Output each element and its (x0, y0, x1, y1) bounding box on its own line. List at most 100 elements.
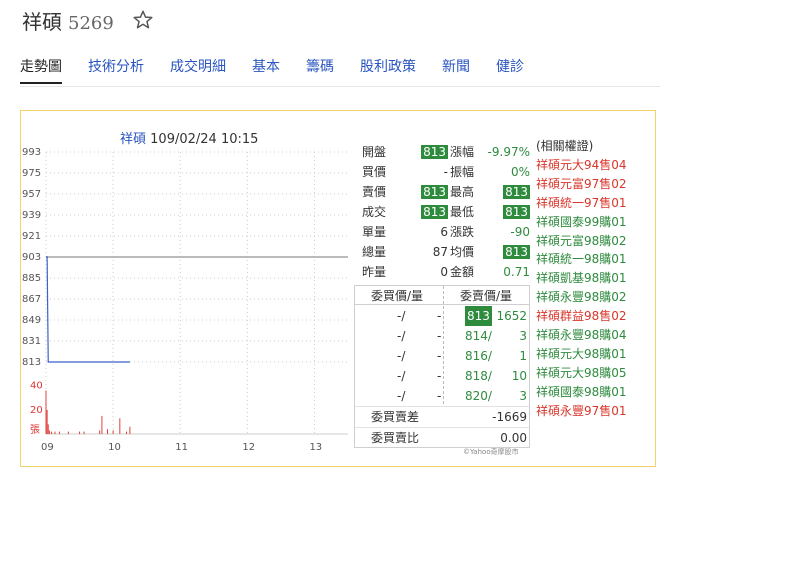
warrant-link[interactable]: 祥碩統一97售01 (536, 194, 627, 213)
warrant-link[interactable]: 祥碩國泰99購01 (536, 213, 627, 232)
summary-label: 委買賣比 (371, 431, 420, 445)
ask-qty: 3 (519, 389, 527, 403)
tab-chart[interactable]: 走勢圖 (20, 56, 62, 84)
warrant-link[interactable]: 祥碩國泰98購01 (536, 383, 627, 402)
warrant-link[interactable]: 祥碩元大94售04 (536, 156, 627, 175)
quote-value: 813 (402, 203, 448, 221)
tab-chips[interactable]: 籌碼 (306, 56, 334, 84)
order-row: -/ - 813 1652 (355, 306, 529, 326)
quote-value-text: 813 (503, 185, 530, 199)
volume-tick-label: 40 (30, 381, 43, 392)
warrant-link[interactable]: 祥碩凱基98購01 (536, 269, 627, 288)
ask-qty: 1 (519, 349, 527, 363)
quote-label: 成交 (362, 205, 387, 219)
quote-value-text: 0% (510, 165, 530, 179)
y-tick-label: 903 (22, 252, 41, 263)
stock-code: 5269 (68, 13, 114, 34)
quote-value-text: 813 (421, 205, 448, 219)
order-row: -/ - 818/10 (355, 366, 529, 386)
bid-qty: - (437, 329, 442, 343)
summary-label: 委買賣差 (371, 410, 420, 424)
quote-value-text: - (443, 165, 448, 179)
ask-qty: 10 (511, 369, 527, 383)
y-tick-label: 885 (22, 273, 41, 284)
quote-value-text: 813 (503, 245, 530, 259)
order-summary-row: 委買賣比 0.00 (355, 427, 529, 448)
tab-trades[interactable]: 成交明細 (170, 56, 226, 84)
warrant-link[interactable]: 祥碩永豐97售01 (536, 402, 627, 421)
y-tick-label: 867 (22, 294, 41, 305)
x-tick-label: 11 (175, 442, 188, 453)
tab-technical[interactable]: 技術分析 (88, 56, 144, 84)
quote-value: 813 (402, 143, 448, 161)
quote-value: 813 (478, 203, 530, 221)
quote-value: 87 (402, 243, 448, 261)
quote-label: 昨量 (362, 265, 387, 279)
tab-health[interactable]: 健診 (496, 56, 524, 84)
ask-qty: 3 (519, 329, 527, 343)
warrant-link[interactable]: 祥碩永豐98購02 (536, 288, 627, 307)
warrant-link[interactable]: 祥碩元富98購02 (536, 232, 627, 251)
quote-value: 813 (478, 243, 530, 261)
quote-value-text: 6 (440, 225, 448, 239)
order-book-header: 委買價/量 委賣價/量 (355, 286, 529, 305)
quote-value: 0 (402, 263, 448, 281)
y-tick-label: 921 (22, 231, 41, 242)
quote-value: 0% (478, 163, 530, 181)
ask-price: 814/ (465, 329, 492, 343)
bid-qty: - (437, 309, 442, 323)
bid-qty: - (437, 389, 442, 403)
warrant-link[interactable]: 祥碩群益98售02 (536, 307, 627, 326)
volume-unit-label: 張 (30, 424, 40, 436)
summary-value: -1669 (492, 410, 527, 424)
order-row: -/ - 820/3 (355, 386, 529, 406)
quote-label: 買價 (362, 165, 387, 179)
order-row: -/ - 816/1 (355, 346, 529, 366)
stock-name: 祥碩 (22, 10, 62, 34)
warrant-link[interactable]: 祥碩元富97售02 (536, 175, 627, 194)
y-tick-label: 831 (22, 336, 41, 347)
ask-price: 820/ (465, 389, 492, 403)
volume-tick-label: 20 (30, 405, 43, 416)
quote-label: 開盤 (362, 145, 387, 159)
quote-value-text: 813 (503, 205, 530, 219)
tab-bar: 走勢圖 技術分析 成交明細 基本 籌碼 股利政策 新聞 健診 (20, 56, 550, 84)
quote-value-text: 813 (421, 145, 448, 159)
warrant-link[interactable]: 祥碩元大98購05 (536, 364, 627, 383)
tab-news[interactable]: 新聞 (442, 56, 470, 84)
warrant-link[interactable]: 祥碩統一98購01 (536, 250, 627, 269)
tab-basic[interactable]: 基本 (252, 56, 280, 84)
bid-price: -/ (397, 329, 406, 343)
y-tick-label: 849 (22, 315, 41, 326)
bid-header: 委買價/量 (371, 289, 424, 303)
quote-value: 813 (478, 183, 530, 201)
quote-label: 總量 (362, 245, 387, 259)
y-tick-label: 957 (22, 189, 41, 200)
warrant-link[interactable]: 祥碩元大98購01 (536, 345, 627, 364)
warrant-link[interactable]: 祥碩永豐98購04 (536, 326, 627, 345)
order-row: -/ - 814/3 (355, 326, 529, 346)
quote-value-text: -9.97% (487, 145, 530, 159)
ask-price: 813 (465, 306, 492, 326)
quote-label: 單量 (362, 225, 387, 239)
warrants-heading: (相關權證) (536, 139, 594, 153)
order-summary-row: 委買賣差 -1669 (355, 406, 529, 427)
bid-qty: - (437, 369, 442, 383)
y-tick-label: 993 (22, 147, 41, 158)
y-tick-label: 813 (22, 357, 41, 368)
quote-value-text: 0.71 (503, 265, 530, 279)
price-line (46, 256, 130, 363)
bid-price: -/ (397, 309, 406, 323)
tabs-divider (20, 86, 660, 87)
quote-value-text: 813 (421, 185, 448, 199)
y-tick-label: 975 (22, 168, 41, 179)
x-tick-label: 09 (41, 442, 54, 453)
quote-value: - (402, 163, 448, 181)
star-outline-icon[interactable] (132, 9, 154, 31)
tab-dividend[interactable]: 股利政策 (360, 56, 416, 84)
stock-title: 祥碩 5269 (22, 6, 114, 34)
quote-value-text: -90 (510, 225, 530, 239)
ask-header: 委賣價/量 (460, 289, 513, 303)
quote-value: 6 (402, 223, 448, 241)
quote-value: -9.97% (478, 143, 530, 161)
